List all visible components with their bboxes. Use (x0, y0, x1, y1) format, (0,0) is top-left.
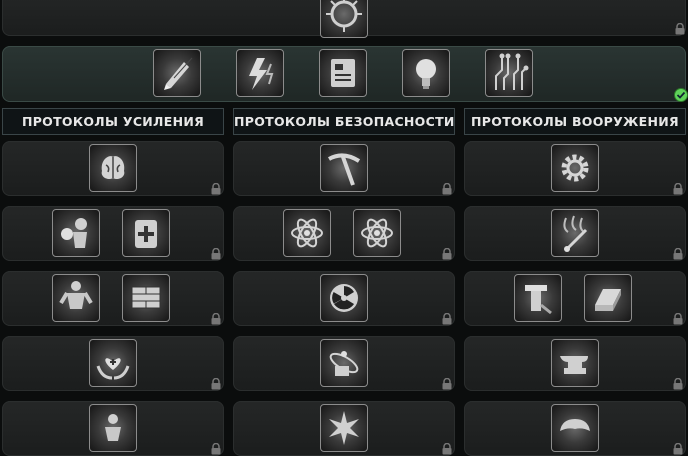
lock-icon (673, 248, 683, 260)
radiation-icon[interactable] (320, 274, 368, 322)
protocol-panel[interactable] (2, 336, 224, 391)
lock-icon (675, 23, 685, 35)
atom-icon[interactable] (353, 209, 401, 257)
lock-icon (442, 443, 452, 455)
brain-icon[interactable] (89, 144, 137, 192)
explosion-icon[interactable] (551, 404, 599, 452)
dropper-icon[interactable] (551, 209, 599, 257)
protocol-panel[interactable] (233, 336, 455, 391)
header-augmentation-protocols: ПРОТОКОЛЫ УСИЛЕНИЯ (2, 108, 224, 135)
lock-icon (442, 183, 452, 195)
protocol-panel[interactable] (233, 141, 455, 196)
burst-icon[interactable] (320, 404, 368, 452)
lock-icon (211, 248, 221, 260)
gear-icon[interactable] (551, 144, 599, 192)
lock-icon (442, 248, 452, 260)
atom-icon[interactable] (283, 209, 331, 257)
protocol-panel[interactable] (2, 401, 224, 456)
protocol-panel[interactable] (464, 271, 686, 326)
lock-icon (442, 378, 452, 390)
bulb-icon[interactable] (402, 49, 450, 97)
heart-hands-icon[interactable] (89, 339, 137, 387)
ingot-icon[interactable] (584, 274, 632, 322)
atom-cards-icon[interactable] (320, 339, 368, 387)
protocol-panel[interactable] (2, 141, 224, 196)
protocol-panel[interactable] (233, 271, 455, 326)
protocol-panel[interactable] (233, 206, 455, 261)
protocol-panel[interactable] (233, 401, 455, 456)
book-icon[interactable] (319, 49, 367, 97)
lock-icon (673, 313, 683, 325)
pickaxe-icon[interactable] (320, 144, 368, 192)
medkit-icon[interactable] (122, 209, 170, 257)
anvil-icon[interactable] (551, 339, 599, 387)
completed-protocol-panel[interactable] (2, 46, 688, 102)
lock-icon (673, 378, 683, 390)
protocol-panel[interactable] (464, 401, 686, 456)
header-weapon-protocols: ПРОТОКОЛЫ ВООРУЖЕНИЯ (464, 108, 686, 135)
lock-icon (442, 313, 452, 325)
lock-icon (211, 313, 221, 325)
completed-check-icon (674, 88, 688, 102)
header-security-protocols: ПРОТОКОЛЫ БЕЗОПАСНОСТИ (233, 108, 455, 135)
pencil-icon[interactable] (153, 49, 201, 97)
muscle-icon[interactable] (52, 274, 100, 322)
protocol-panel[interactable] (464, 206, 686, 261)
lock-icon (211, 378, 221, 390)
lock-icon (673, 443, 683, 455)
wall-icon[interactable] (122, 274, 170, 322)
top-protocol-panel[interactable] (2, 0, 686, 38)
protocol-panel[interactable] (2, 206, 224, 261)
lightning-icon[interactable] (236, 49, 284, 97)
circuit-icon[interactable] (485, 49, 533, 97)
protocol-panel[interactable] (464, 141, 686, 196)
hammer-icon[interactable] (514, 274, 562, 322)
protocol-panel[interactable] (464, 336, 686, 391)
virus-icon[interactable] (320, 0, 368, 38)
lock-icon (673, 183, 683, 195)
lock-icon (211, 443, 221, 455)
figure-icon[interactable] (89, 404, 137, 452)
lock-icon (211, 183, 221, 195)
punch-icon[interactable] (52, 209, 100, 257)
protocol-panel[interactable] (2, 271, 224, 326)
